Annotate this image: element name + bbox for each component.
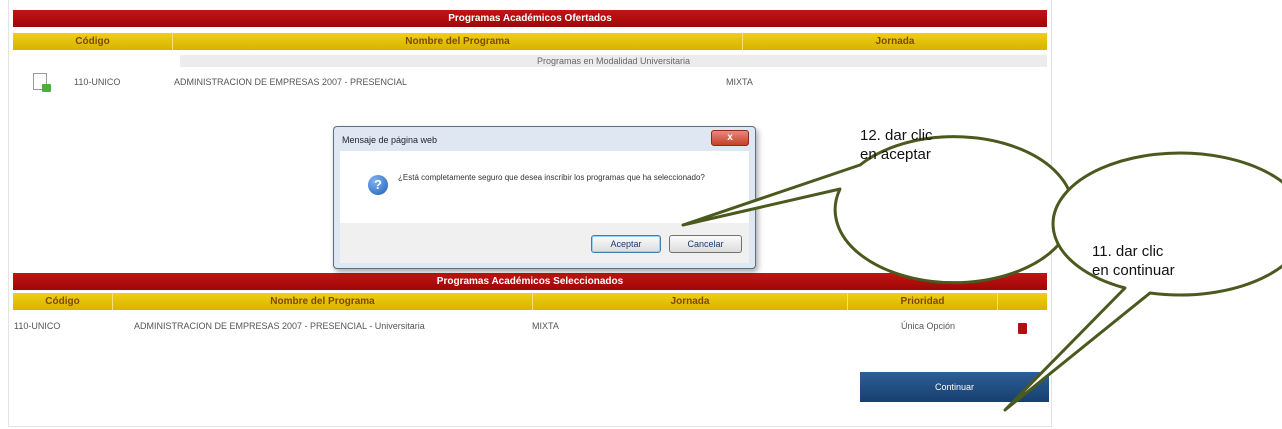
offered-section-title: Programas Académicos Ofertados [13,10,1047,27]
selected-section-title: Programas Académicos Seleccionados [13,273,1047,290]
continue-button[interactable]: Continuar [860,372,1049,402]
column-header-schedule[interactable]: Jornada [533,293,848,310]
close-icon[interactable]: x [711,130,749,146]
offered-row-program-name: ADMINISTRACION DE EMPRESAS 2007 - PRESEN… [174,77,408,87]
column-header-actions [998,293,1047,310]
offered-row-schedule: MIXTA [726,77,753,87]
dialog-title: Mensaje de página web [342,135,438,145]
column-header-code[interactable]: Código [13,33,173,50]
offered-row-code: 110-UNICO [74,77,121,87]
selected-row-schedule: MIXTA [532,321,559,331]
group-label: Programas en Modalidad Universitaria [180,55,1047,67]
callout-accept-text: 12. dar clic en aceptar [860,126,933,164]
column-header-program-name[interactable]: Nombre del Programa [113,293,533,310]
selected-row-code: 110-UNICO [14,321,61,331]
confirm-dialog: Mensaje de página web x ? ¿Está completa… [333,126,756,269]
cancel-button[interactable]: Cancelar [669,235,742,253]
selected-row-program-name: ADMINISTRACION DE EMPRESAS 2007 - PRESEN… [134,321,425,331]
callout-continue-text: 11. dar clic en continuar [1092,242,1175,280]
offered-header-row: Código Nombre del Programa Jornada [13,33,1047,50]
callout-accept-line1: 12. dar clic [860,127,933,144]
column-header-priority[interactable]: Prioridad [848,293,998,310]
question-icon: ? [368,175,388,195]
callout-continue-line1: 11. dar clic [1092,243,1164,260]
selected-row-priority: Única Opción [901,321,956,331]
callout-accept-line2: en aceptar [860,146,931,163]
column-header-code[interactable]: Código [13,293,113,310]
callout-continue-line2: en continuar [1092,262,1175,279]
dialog-message: ¿Está completamente seguro que desea ins… [398,173,705,182]
dialog-body: ? ¿Está completamente seguro que desea i… [340,151,749,223]
column-header-program-name[interactable]: Nombre del Programa [173,33,743,50]
delete-icon[interactable] [1018,323,1027,334]
selected-header-row: Código Nombre del Programa Jornada Prior… [13,293,1047,310]
document-lock-icon[interactable] [33,73,51,92]
dialog-footer: Aceptar Cancelar [340,223,749,263]
accept-button[interactable]: Aceptar [591,235,661,253]
column-header-schedule[interactable]: Jornada [743,33,1047,50]
